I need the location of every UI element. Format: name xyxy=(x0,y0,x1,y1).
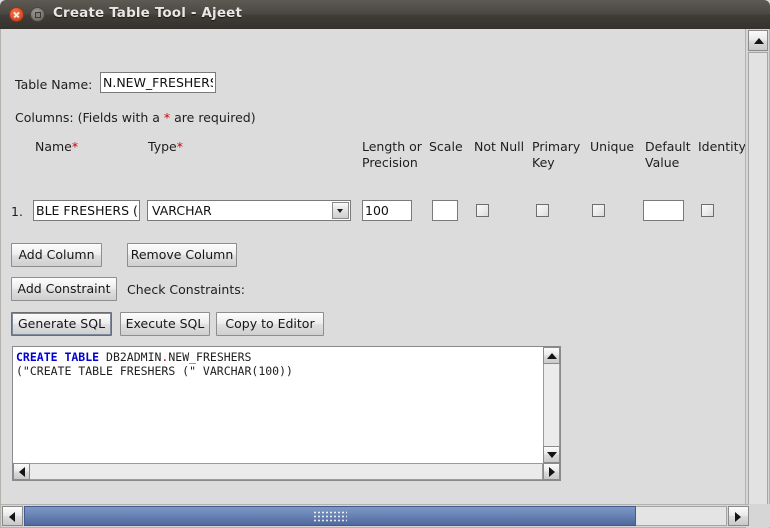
header-default-line2: Value xyxy=(645,155,680,170)
window-vertical-scrollbar[interactable] xyxy=(745,29,769,528)
identity-checkbox[interactable] xyxy=(701,204,714,217)
add-constraint-button[interactable]: Add Constraint xyxy=(11,277,117,301)
close-icon[interactable] xyxy=(9,7,24,22)
header-primary-key-line2: Key xyxy=(532,155,555,170)
header-scale: Scale xyxy=(429,139,463,154)
window-scroll-right-button[interactable] xyxy=(728,506,749,526)
chevron-down-icon[interactable] xyxy=(332,202,349,219)
primary-key-checkbox[interactable] xyxy=(536,204,549,217)
sql-schema: DB2ADMIN xyxy=(106,350,162,364)
scroll-grip-icon xyxy=(313,510,347,522)
columns-note-suffix: are required) xyxy=(170,110,256,125)
header-length-line1: Length or xyxy=(362,139,422,154)
copy-to-editor-button[interactable]: Copy to Editor xyxy=(216,312,324,336)
column-type-combobox[interactable]: VARCHAR xyxy=(147,200,351,221)
header-name: Name* xyxy=(35,139,79,154)
sql-scroll-up-button[interactable] xyxy=(543,347,560,364)
window-title: Create Table Tool - Ajeet xyxy=(53,5,243,21)
sql-horizontal-scrollbar[interactable] xyxy=(13,463,543,480)
columns-note: Columns: (Fields with a * are required) xyxy=(15,110,256,125)
row-index: 1. xyxy=(11,204,23,219)
sql-output-text: CREATE TABLE DB2ADMIN.NEW_FRESHERS ("CRE… xyxy=(16,350,542,378)
not-null-checkbox[interactable] xyxy=(476,204,489,217)
arrow-left-icon xyxy=(19,467,25,477)
header-unique: Unique xyxy=(590,139,635,154)
arrow-down-icon xyxy=(547,452,557,458)
generate-sql-button[interactable]: Generate SQL xyxy=(11,312,112,336)
check-constraints-label: Check Constraints: xyxy=(127,282,245,297)
table-name-input[interactable] xyxy=(100,72,216,93)
header-length-line2: Precision xyxy=(362,155,418,170)
window-scroll-up-button[interactable] xyxy=(748,30,768,51)
window-horizontal-scrollbar[interactable] xyxy=(1,504,770,527)
sql-line2: ("CREATE TABLE FRESHERS (" VARCHAR(100)) xyxy=(16,364,293,378)
arrow-right-icon xyxy=(549,467,555,477)
table-name-label: Table Name: xyxy=(15,77,93,92)
add-column-button[interactable]: Add Column xyxy=(11,243,102,267)
sql-table: NEW_FRESHERS xyxy=(168,350,252,364)
header-default-line1: Default xyxy=(645,139,691,154)
arrow-up-icon xyxy=(754,38,764,44)
header-primary-key-line1: Primary xyxy=(532,139,581,154)
default-value-input[interactable] xyxy=(643,200,684,221)
header-type: Type* xyxy=(148,139,183,154)
column-type-value: VARCHAR xyxy=(152,203,212,218)
arrow-up-icon xyxy=(547,353,557,359)
remove-column-button[interactable]: Remove Column xyxy=(127,243,237,267)
execute-sql-button[interactable]: Execute SQL xyxy=(120,312,210,336)
window-resize-corner xyxy=(749,504,770,527)
window-hscroll-thumb[interactable] xyxy=(24,506,636,526)
scale-input[interactable] xyxy=(432,200,458,221)
maximize-icon[interactable] xyxy=(30,7,45,22)
sql-scroll-right-button[interactable] xyxy=(543,463,560,480)
form-content: Table Name: Columns: (Fields with a * ar… xyxy=(1,29,746,497)
window-client-area: Table Name: Columns: (Fields with a * ar… xyxy=(0,29,770,528)
length-precision-input[interactable] xyxy=(362,200,412,221)
header-not-null: Not Null xyxy=(474,139,525,154)
sql-keyword: CREATE TABLE xyxy=(16,350,100,364)
header-identity: Identity xyxy=(698,139,746,154)
type-required-star-icon: * xyxy=(176,139,183,154)
sql-scroll-left-button[interactable] xyxy=(13,463,30,480)
column-name-input[interactable] xyxy=(33,200,140,221)
columns-note-prefix: Columns: (Fields with a xyxy=(15,110,164,125)
sql-output-panel: CREATE TABLE DB2ADMIN.NEW_FRESHERS ("CRE… xyxy=(12,346,561,481)
sql-scroll-down-button[interactable] xyxy=(543,446,560,463)
window-vscroll-track[interactable] xyxy=(748,52,768,505)
arrow-left-icon xyxy=(9,512,15,522)
arrow-right-icon xyxy=(735,512,741,522)
name-required-star-icon: * xyxy=(71,139,79,154)
window-titlebar: Create Table Tool - Ajeet xyxy=(0,0,770,29)
window-scroll-left-button[interactable] xyxy=(2,506,23,526)
create-table-tool-window: Create Table Tool - Ajeet Table Name: Co… xyxy=(0,0,770,528)
unique-checkbox[interactable] xyxy=(592,204,605,217)
